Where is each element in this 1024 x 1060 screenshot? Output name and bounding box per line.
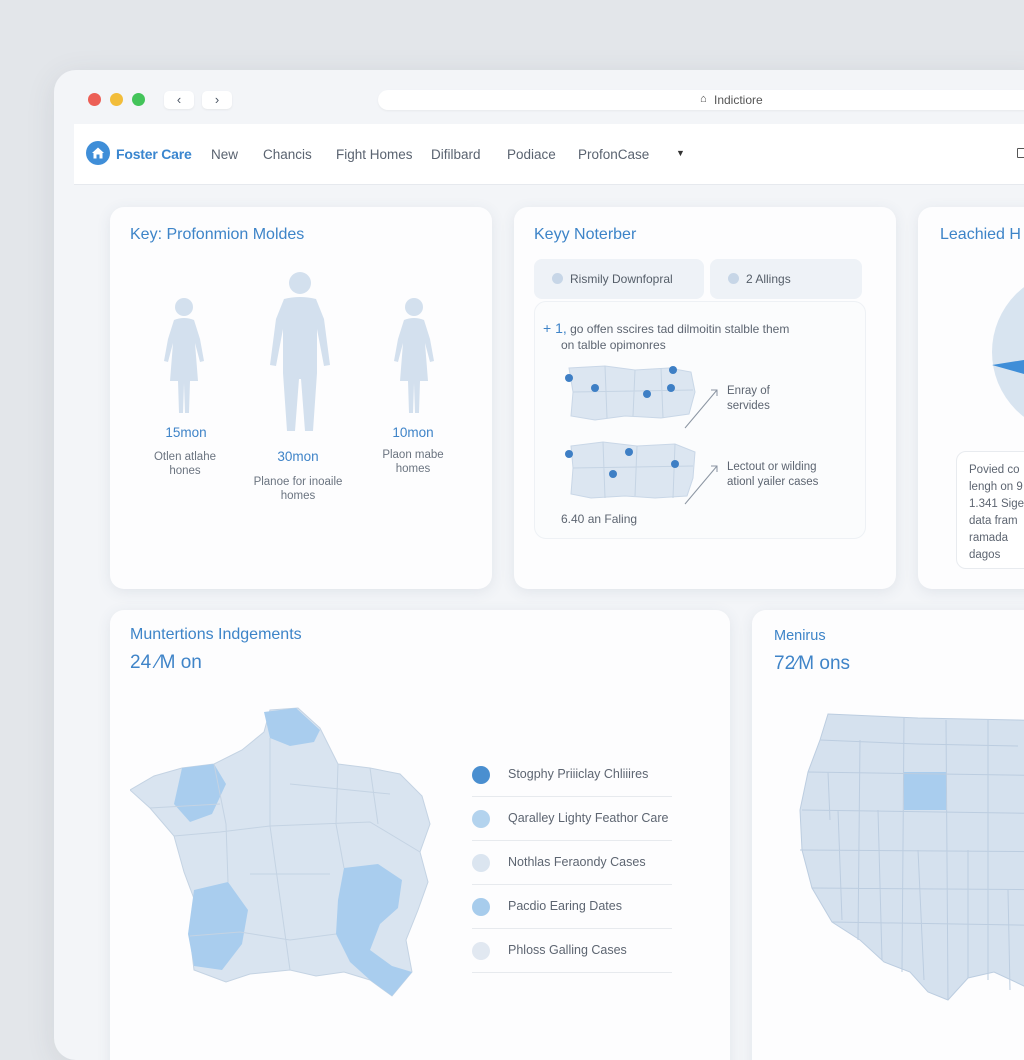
female-figure-icon — [164, 298, 204, 413]
figure-2-label-line2: homes — [280, 490, 316, 502]
reach-line-3: 1.341 Sige — [969, 498, 1024, 510]
note-line-1: go offen sscires tad dilmoitin stalble t… — [570, 322, 790, 336]
reach-line-1: Povied co — [969, 464, 1020, 476]
figure-3-label: Plaon mabe homes — [362, 448, 464, 476]
legend-swatch — [472, 942, 490, 960]
reach-line-6: dagos — [969, 549, 1001, 561]
chevron-right-icon: › — [214, 92, 220, 107]
app-navbar: Foster Care New Chancis Fight Homes Difi… — [74, 124, 1024, 185]
female-figure-icon — [394, 298, 434, 413]
address-bar-text: Indictiore — [714, 93, 763, 107]
mini-map-2 — [565, 441, 696, 499]
nav-item-new[interactable]: New — [211, 147, 238, 162]
reach-line-2: lengh on 9 — [969, 481, 1023, 493]
filter-pill-1-label: Rismily Downfopral — [570, 272, 673, 286]
brand-name[interactable]: Foster Care — [116, 146, 192, 162]
circle-icon — [728, 273, 739, 284]
close-window-button[interactable] — [88, 93, 101, 106]
figure-3-value: 10mon — [392, 425, 434, 440]
annotation-1-line2: servides — [727, 400, 770, 412]
legend-label: Phloss Galling Cases — [508, 943, 627, 957]
nav-item-profoncase[interactable]: ProfonCase — [578, 147, 649, 162]
reach-info-box: Povied co lengh on 9 1.341 Sige data fra… — [956, 451, 1024, 569]
legend-label: Pacdio Earing Dates — [508, 899, 622, 913]
male-figure-icon — [270, 272, 330, 431]
reach-line-4: data fram — [969, 515, 1018, 527]
nav-item-difilbard[interactable]: Difilbard — [431, 147, 481, 162]
mini-map-1 — [565, 365, 696, 421]
map-legend: Stogphy Priiiclay Chliiires Qaralley Lig… — [472, 752, 672, 973]
window-icon[interactable] — [1017, 148, 1024, 158]
legend-swatch — [472, 854, 490, 872]
figure-2-value: 30mon — [277, 449, 319, 464]
filter-pill-2-label: 2 Allings — [746, 272, 791, 286]
figure-3-label-line2: homes — [395, 463, 431, 475]
back-button[interactable]: ‹ — [164, 91, 194, 109]
figure-3-label-line1: Plaon mabe — [382, 449, 444, 461]
legend-label: Stogphy Priiiclay Chliiires — [508, 767, 649, 781]
notes-card: Keyy Noterber Rismily Downfopral 2 Allin… — [514, 207, 896, 589]
profiles-card-title: Key: Profonmion Moldes — [130, 226, 305, 243]
reach-card: Leachied H Povied co lengh on 9 1.341 Si… — [918, 207, 1024, 589]
legend-item[interactable]: Pacdio Earing Dates — [472, 884, 672, 929]
notes-footer: 6.40 an Faling — [561, 512, 638, 526]
figure-2-label: Planoe for inoaile homes — [236, 475, 360, 503]
nav-item-fight-homes[interactable]: Fight Homes — [336, 147, 413, 162]
profiles-card: Key: Profonmion Moldes 15mon Otlen atlah… — [110, 207, 492, 589]
nav-item-podiace[interactable]: Podiace — [507, 147, 556, 162]
arrow-icon — [684, 465, 718, 505]
notes-card-title: Keyy Noterber — [534, 226, 637, 243]
judgements-card-title: Muntertions Indgements — [130, 626, 302, 643]
notes-panel: + 1, go offen sscires tad dilmoitin stal… — [534, 301, 866, 539]
filter-pill-1[interactable]: Rismily Downfopral — [534, 259, 704, 299]
legend-swatch — [472, 810, 490, 828]
menus-big-stat: 72⁄M ons — [774, 653, 851, 674]
judgements-big-stat: 24 ⁄M on — [130, 652, 202, 673]
annotation-2: Lectout or wilding ationl yailer cases — [727, 460, 818, 490]
legend-label: Qaralley Lighty Feathor Care — [508, 811, 669, 825]
caret-down-icon[interactable]: ▼ — [676, 148, 685, 158]
browser-titlebar: ‹ › ⌂ Indictiore — [54, 70, 1024, 126]
reach-card-title: Leachied H — [940, 226, 1021, 243]
reach-line-5: ramada — [969, 532, 1008, 544]
legend-item[interactable]: Phloss Galling Cases — [472, 928, 672, 973]
arrow-icon — [684, 389, 718, 429]
circle-icon — [552, 273, 563, 284]
annotation-1-line1: Enray of — [727, 385, 770, 397]
figure-1-label: Otlen atlahe hones — [132, 450, 238, 478]
figure-1-value: 15mon — [165, 425, 207, 440]
pie-chart — [992, 287, 1024, 417]
legend-label: Nothlas Feraondy Cases — [508, 855, 646, 869]
chevron-left-icon: ‹ — [176, 92, 182, 107]
note-prefix: + 1, — [543, 320, 567, 336]
lock-icon: ⌂ — [700, 93, 707, 105]
annotation-2-line2: ationl yailer cases — [727, 476, 819, 488]
minimize-window-button[interactable] — [110, 93, 123, 106]
legend-item[interactable]: Stogphy Priiiclay Chliiires — [472, 752, 672, 797]
menus-card-title: Menirus — [774, 628, 826, 644]
browser-window: ‹ › ⌂ Indictiore Foster Care New Chancis… — [54, 70, 1024, 1060]
legend-swatch — [472, 766, 490, 784]
judgements-card: Muntertions Indgements 24 ⁄M on Stogphy … — [110, 610, 730, 1060]
legend-swatch — [472, 898, 490, 916]
france-region-map[interactable] — [130, 704, 442, 1010]
reach-info-text: Povied co lengh on 9 1.341 Sige data fra… — [969, 462, 1024, 564]
annotation-2-line1: Lectout or wilding — [727, 461, 817, 473]
forward-button[interactable]: › — [202, 91, 232, 109]
nav-item-chancis[interactable]: Chancis — [263, 147, 312, 162]
annotation-1: Enray of servides — [727, 384, 770, 414]
note-line-2: on talble opimonres — [561, 338, 666, 352]
figure-1-label-line2: hones — [169, 465, 201, 477]
menus-card: Menirus 72⁄M ons — [752, 610, 1024, 1060]
home-logo-icon[interactable] — [86, 141, 110, 165]
maximize-window-button[interactable] — [132, 93, 145, 106]
filter-pill-2[interactable]: 2 Allings — [710, 259, 862, 299]
legend-item[interactable]: Qaralley Lighty Feathor Care — [472, 796, 672, 841]
usa-region-map[interactable] — [798, 710, 1024, 1010]
address-bar[interactable]: ⌂ Indictiore — [378, 90, 1024, 110]
note-text: + 1, go offen sscires tad dilmoitin stal… — [543, 320, 863, 353]
figure-1-label-line1: Otlen atlahe — [153, 451, 216, 463]
legend-item[interactable]: Nothlas Feraondy Cases — [472, 840, 672, 885]
figure-2-label-line1: Planoe for inoaile — [253, 476, 343, 488]
